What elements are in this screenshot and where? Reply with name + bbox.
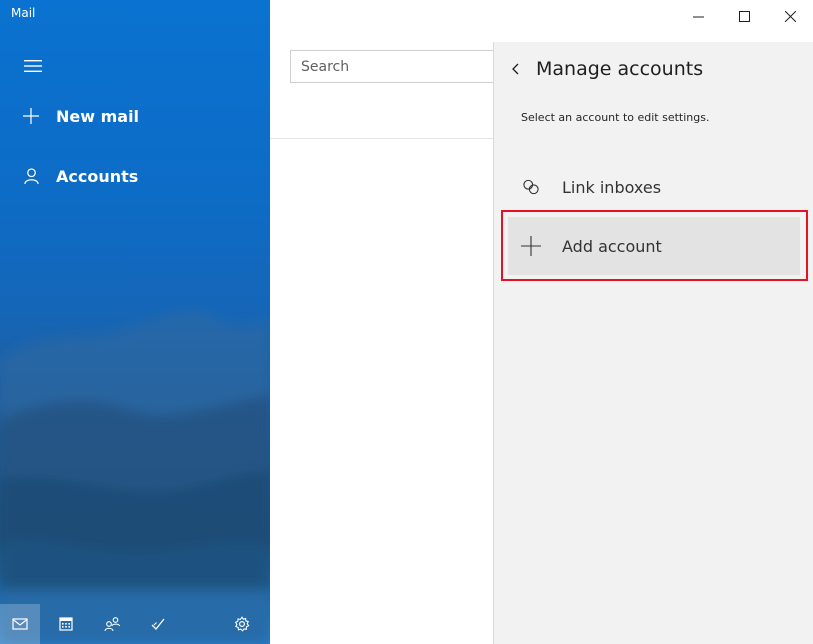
close-button[interactable]	[767, 0, 813, 32]
chevron-left-icon	[512, 63, 519, 75]
hamburger-icon	[24, 60, 42, 72]
settings-button[interactable]	[222, 604, 262, 644]
back-button[interactable]	[506, 57, 524, 81]
mail-switch-button[interactable]	[0, 604, 40, 644]
calendar-switch-button[interactable]	[46, 604, 86, 644]
mail-icon	[12, 618, 28, 630]
maximize-button[interactable]	[721, 0, 767, 32]
minimize-button[interactable]	[675, 0, 721, 32]
add-account-label: Add account	[562, 236, 662, 256]
calendar-icon	[59, 617, 73, 631]
accounts-label: Accounts	[56, 166, 139, 186]
todo-switch-button[interactable]	[138, 604, 178, 644]
panel-title: Manage accounts	[536, 58, 704, 80]
list-divider	[270, 138, 493, 139]
add-account-item[interactable]: Add account	[508, 217, 800, 275]
todo-icon	[151, 618, 165, 630]
people-switch-button[interactable]	[92, 604, 132, 644]
search-input[interactable]	[291, 51, 493, 82]
plus-icon	[520, 235, 542, 257]
new-mail-button[interactable]: New mail	[20, 101, 139, 131]
link-inboxes-label: Link inboxes	[562, 177, 662, 197]
settings-icon	[234, 616, 250, 632]
app-title: Mail	[11, 6, 36, 20]
person-icon	[20, 165, 42, 187]
maximize-icon	[738, 10, 750, 22]
search-box	[290, 50, 493, 83]
panel-header: Manage accounts	[506, 54, 703, 84]
manage-accounts-panel: Manage accounts Select an account to edi…	[493, 42, 813, 644]
minimize-icon	[692, 16, 704, 17]
link-icon	[520, 176, 542, 198]
plus-icon	[20, 105, 42, 127]
accounts-button[interactable]: Accounts	[20, 161, 138, 191]
app-switcher-bar	[0, 604, 270, 644]
hamburger-menu-button[interactable]	[19, 52, 47, 80]
people-icon	[104, 617, 121, 632]
new-mail-label: New mail	[56, 106, 140, 126]
panel-subtitle: Select an account to edit settings.	[521, 111, 710, 124]
message-list-pane	[270, 0, 493, 644]
navigation-pane: Mail New mail Accounts	[0, 0, 270, 644]
link-inboxes-item[interactable]: Link inboxes	[508, 158, 800, 216]
close-icon	[784, 10, 796, 22]
window-caption-buttons	[675, 0, 813, 32]
